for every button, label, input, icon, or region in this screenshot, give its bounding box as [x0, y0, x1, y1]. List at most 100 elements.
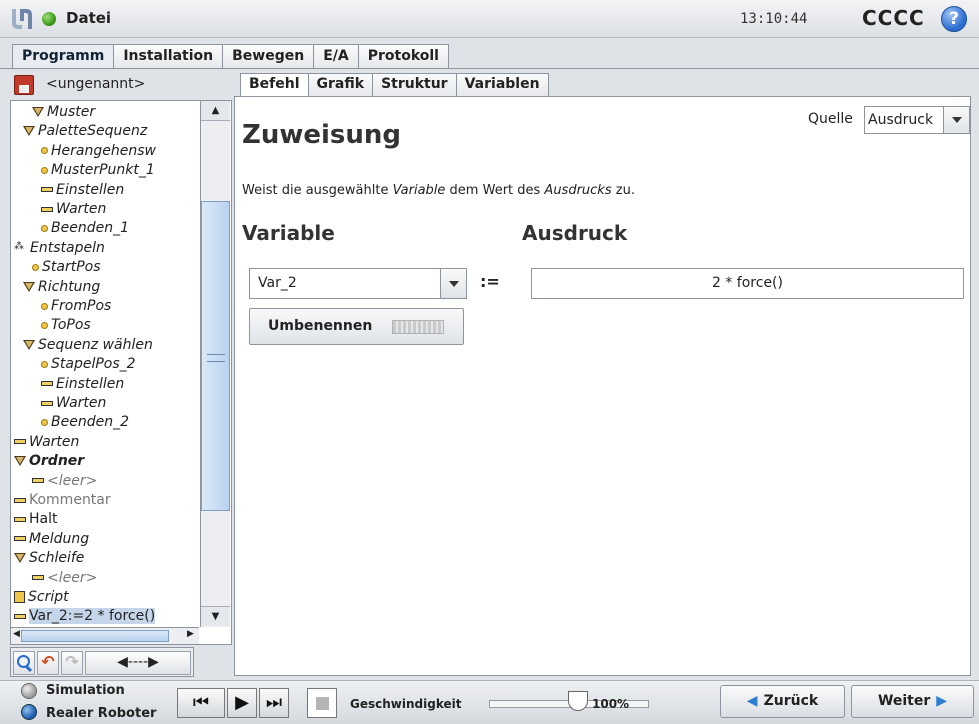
tree-node[interactable]: Halt — [14, 510, 58, 529]
tree-node[interactable]: Beenden_2 — [41, 413, 129, 432]
keyboard-icon — [392, 320, 444, 334]
tree-node-label: PaletteSequenz — [38, 123, 148, 140]
back-button[interactable]: ◀ Zurück — [720, 685, 845, 718]
tree-toolbar: ↶ ↷ ◀----▶ — [10, 647, 194, 677]
tree-node-label: Einstellen — [56, 181, 125, 198]
undo-icon[interactable]: ↶ — [37, 651, 59, 675]
play-icon[interactable]: ▶ — [227, 688, 257, 718]
tree-node[interactable]: Warten — [41, 394, 106, 413]
source-label: Quelle — [808, 111, 853, 127]
tree-node-label: Beenden_2 — [51, 414, 129, 431]
speed-slider-handle[interactable] — [568, 691, 588, 711]
scroll-right-arrow-icon[interactable]: ▶ — [187, 629, 194, 639]
tree-node[interactable]: Einstellen — [41, 181, 124, 200]
redo-icon[interactable]: ↷ — [61, 651, 83, 675]
tree-node-label: Muster — [47, 104, 96, 120]
tree-node-label: Var_2:=2 * force() — [29, 608, 156, 625]
tree-node-label: StartPos — [42, 259, 101, 276]
scroll-down-arrow-icon[interactable]: ▼ — [201, 606, 230, 626]
ur-logo-icon — [12, 9, 32, 29]
tab-divider — [0, 68, 979, 69]
tree-node-label: MusterPunkt_1 — [51, 162, 155, 179]
help-icon[interactable]: ? — [941, 6, 967, 32]
tab-variablen[interactable]: Variablen — [455, 73, 549, 96]
tree-node-label: Entstapeln — [30, 239, 105, 256]
search-icon[interactable] — [13, 651, 35, 675]
tab-grafik[interactable]: Grafik — [307, 73, 374, 96]
tree-node[interactable]: ⁂ Entstapeln — [14, 239, 105, 258]
tree-node[interactable]: Einstellen — [41, 375, 124, 394]
tree-node[interactable]: Herangehensw — [41, 142, 156, 161]
hscroll-thumb[interactable] — [21, 630, 169, 642]
tab-struktur[interactable]: Struktur — [372, 73, 457, 96]
chevron-down-icon[interactable] — [440, 269, 466, 298]
skip-to-start-icon[interactable]: ⏮ — [177, 688, 225, 718]
tree-node[interactable]: StapelPos_2 — [41, 355, 136, 374]
scroll-up-arrow-icon[interactable]: ▲ — [201, 101, 230, 121]
tree-node[interactable]: Script — [14, 588, 69, 607]
command-tabs: Befehl Grafik Struktur Variablen — [240, 73, 549, 97]
tree-node[interactable]: Warten — [41, 200, 106, 219]
next-button[interactable]: Weiter ▶ — [851, 685, 974, 718]
stop-icon[interactable] — [307, 688, 337, 718]
pallet-icon: ⁂ — [14, 241, 24, 253]
save-icon[interactable] — [14, 75, 34, 95]
source-select[interactable]: Ausdruck — [864, 106, 970, 134]
tree-node-label: ToPos — [51, 317, 91, 334]
tree-node-label: Richtung — [38, 278, 101, 295]
tab-ea[interactable]: E/A — [313, 44, 359, 68]
command-icon — [14, 536, 26, 542]
rename-button[interactable]: Umbenennen — [249, 308, 464, 345]
tree-node[interactable]: Ordner — [14, 452, 84, 471]
command-icon — [41, 381, 53, 387]
tree-horizontal-scrollbar[interactable]: ◀ ▶ — [11, 627, 199, 644]
tree-node[interactable]: Meldung — [14, 530, 89, 549]
tree-node[interactable]: Var_2:=2 * force() — [14, 607, 156, 626]
tab-befehl[interactable]: Befehl — [240, 73, 309, 97]
real-robot-radio[interactable] — [21, 704, 37, 720]
tree-node[interactable]: Kommentar — [14, 491, 111, 510]
command-icon — [14, 497, 26, 503]
file-menu[interactable]: Datei — [66, 9, 111, 27]
tree-node[interactable]: Schleife — [14, 549, 84, 568]
tree-node[interactable]: StartPos — [32, 258, 101, 277]
assign-operator: := — [480, 272, 500, 291]
command-icon — [41, 400, 53, 406]
tree-node[interactable]: Warten — [14, 433, 79, 452]
waypoint-icon — [41, 321, 48, 329]
clock: 13:10:44 — [740, 11, 808, 27]
tree-node[interactable]: Richtung — [23, 278, 100, 297]
status-indicator-icon — [42, 12, 56, 26]
tree-node-label: Script — [28, 589, 69, 605]
tree-node-label: Kommentar — [29, 492, 111, 508]
move-arrows-button[interactable]: ◀----▶ — [85, 651, 191, 675]
tab-installation[interactable]: Installation — [113, 44, 224, 68]
tree-node[interactable]: <leer> — [32, 472, 97, 491]
tree-node-label: Warten — [29, 433, 80, 450]
expression-field[interactable]: 2 * force() — [531, 268, 964, 299]
simulation-radio[interactable] — [21, 683, 37, 699]
tab-bewegen[interactable]: Bewegen — [222, 44, 315, 68]
waypoint-icon — [41, 224, 48, 232]
tree-node[interactable]: PaletteSequenz — [23, 122, 147, 141]
title-bar: Datei 13:10:44 CCCC ? — [0, 0, 979, 38]
scroll-left-arrow-icon[interactable]: ◀ — [13, 629, 20, 639]
tree-vertical-scrollbar[interactable]: ▲ ▼ — [200, 101, 230, 627]
tree-node[interactable]: MusterPunkt_1 — [41, 161, 155, 180]
tab-programm[interactable]: Programm — [12, 44, 115, 69]
step-forward-icon[interactable]: ⏭ — [259, 688, 289, 718]
tree-node[interactable]: ToPos — [41, 316, 91, 335]
tab-protokoll[interactable]: Protokoll — [357, 44, 449, 68]
description: Weist die ausgewählte Variable dem Wert … — [242, 183, 635, 198]
chevron-down-icon[interactable] — [943, 107, 969, 133]
tree-node-label: Warten — [56, 395, 107, 411]
tree-node[interactable]: <leer> — [32, 569, 97, 588]
tree-node[interactable]: Sequenz wählen — [23, 336, 153, 355]
tree-node-label: Herangehensw — [51, 142, 156, 159]
tree-node[interactable]: Beenden_1 — [41, 219, 129, 238]
tree-node[interactable]: FromPos — [41, 297, 111, 316]
scroll-thumb[interactable] — [201, 201, 230, 511]
variable-select[interactable]: Var_2 — [249, 268, 467, 299]
tree-node[interactable]: Muster — [32, 103, 95, 122]
real-robot-label: Realer Roboter — [46, 706, 157, 721]
